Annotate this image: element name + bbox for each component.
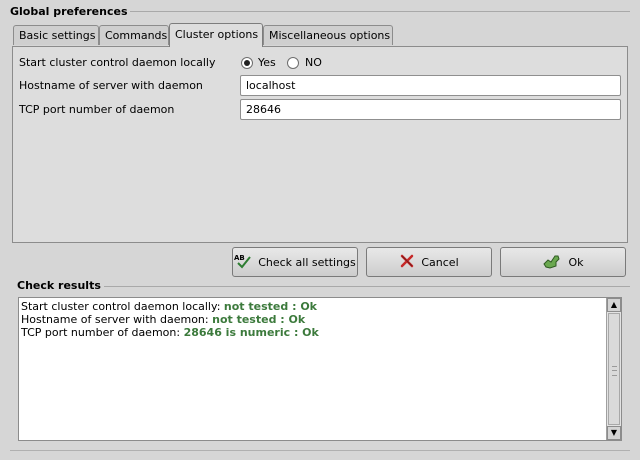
ok-label: Ok bbox=[568, 255, 584, 269]
hostname-value: localhost bbox=[246, 79, 296, 92]
result-line: TCP port number of daemon: 28646 is nume… bbox=[21, 326, 319, 339]
ok-button[interactable]: Ok bbox=[500, 247, 626, 277]
port-value: 28646 bbox=[246, 103, 281, 116]
result-status: 28646 is numeric : Ok bbox=[183, 326, 319, 339]
check-all-settings-button[interactable]: AB Check all settings bbox=[232, 247, 358, 277]
scroll-up-button[interactable]: ▲ bbox=[607, 298, 621, 312]
result-label: Start cluster control daemon locally: bbox=[21, 300, 221, 313]
tab-basic-settings[interactable]: Basic settings bbox=[13, 25, 99, 45]
cancel-label: Cancel bbox=[421, 255, 459, 269]
no-radio[interactable] bbox=[287, 57, 299, 69]
result-label: Hostname of server with daemon: bbox=[21, 313, 209, 326]
window-bottom-edge bbox=[10, 450, 630, 451]
port-label: TCP port number of daemon bbox=[19, 103, 175, 116]
yes-radio[interactable] bbox=[241, 57, 253, 69]
result-line: Hostname of server with daemon: not test… bbox=[21, 313, 305, 326]
check-results-textbox[interactable]: Start cluster control daemon locally: no… bbox=[18, 297, 622, 441]
scroll-thumb[interactable] bbox=[608, 313, 620, 425]
svg-text:AB: AB bbox=[234, 254, 245, 262]
port-field[interactable]: 28646 bbox=[240, 99, 621, 120]
check-results-title: Check results bbox=[17, 279, 101, 292]
check-all-settings-label: Check all settings bbox=[258, 255, 356, 269]
global-preferences-divider bbox=[130, 11, 630, 12]
tab-miscellaneous-options[interactable]: Miscellaneous options bbox=[263, 25, 393, 45]
ok-hand-icon bbox=[542, 252, 562, 273]
cancel-button[interactable]: Cancel bbox=[366, 247, 492, 277]
cluster-options-panel: Start cluster control daemon locally Yes… bbox=[12, 46, 628, 243]
no-radio-label[interactable]: NO bbox=[305, 56, 322, 69]
tab-label: Commands bbox=[105, 29, 168, 42]
result-status: not tested : Ok bbox=[212, 313, 306, 326]
tab-commands[interactable]: Commands bbox=[99, 25, 169, 45]
spellcheck-icon: AB bbox=[234, 253, 252, 272]
check-results-divider bbox=[104, 286, 630, 287]
yes-radio-label[interactable]: Yes bbox=[258, 56, 276, 69]
tab-label: Basic settings bbox=[19, 29, 96, 42]
result-status: not tested : Ok bbox=[223, 300, 317, 313]
tab-label: Cluster options bbox=[175, 28, 259, 41]
cross-icon bbox=[399, 253, 415, 272]
hostname-label: Hostname of server with daemon bbox=[19, 79, 203, 92]
tab-cluster-options[interactable]: Cluster options bbox=[169, 23, 263, 47]
grip-icon bbox=[612, 366, 617, 376]
hostname-field[interactable]: localhost bbox=[240, 75, 621, 96]
scroll-down-button[interactable]: ▼ bbox=[607, 426, 621, 440]
result-line: Start cluster control daemon locally: no… bbox=[21, 300, 317, 313]
tab-label: Miscellaneous options bbox=[269, 29, 391, 42]
result-label: TCP port number of daemon: bbox=[21, 326, 181, 339]
results-scrollbar[interactable]: ▲ ▼ bbox=[606, 298, 621, 440]
start-daemon-label: Start cluster control daemon locally bbox=[19, 56, 216, 69]
global-preferences-title: Global preferences bbox=[10, 5, 128, 18]
